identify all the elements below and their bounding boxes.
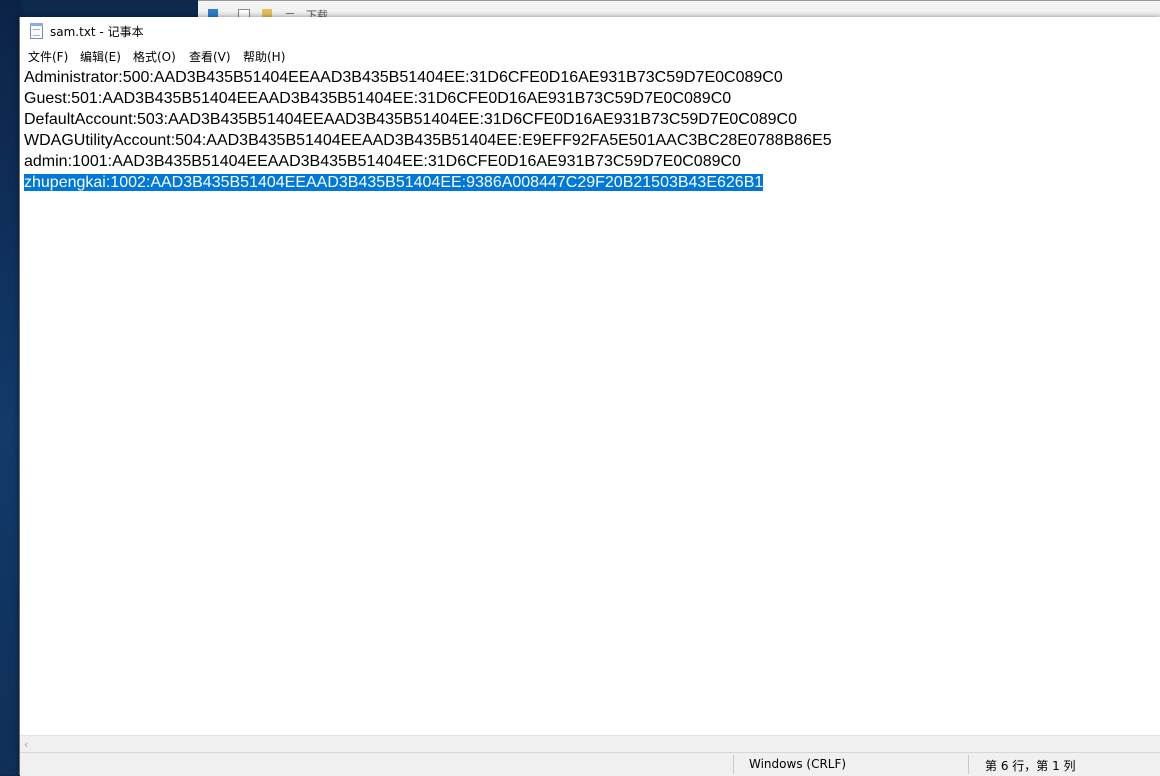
status-divider: [968, 755, 969, 774]
notepad-window[interactable]: sam.txt - 记事本 文件(F) 编辑(E) 格式(O) 查看(V) 帮助…: [19, 17, 1160, 776]
menu-file[interactable]: 文件(F): [28, 48, 68, 65]
menu-format[interactable]: 格式(O): [133, 48, 176, 65]
menu-view[interactable]: 查看(V): [189, 48, 231, 65]
text-line[interactable]: Administrator:500:AAD3B435B51404EEAAD3B4…: [24, 67, 783, 88]
text-editor[interactable]: Administrator:500:AAD3B435B51404EEAAD3B4…: [20, 66, 1160, 736]
line-text: WDAGUtilityAccount:504:AAD3B435B51404EEA…: [24, 132, 832, 149]
selected-text-line[interactable]: zhupengkai:1002:AAD3B435B51404EEAAD3B435…: [24, 172, 764, 193]
line-text: Administrator:500:AAD3B435B51404EEAAD3B4…: [24, 69, 783, 86]
text-line[interactable]: admin:1001:AAD3B435B51404EEAAD3B435B5140…: [24, 151, 741, 172]
text-line[interactable]: DefaultAccount:503:AAD3B435B51404EEAAD3B…: [24, 109, 797, 130]
menu-help[interactable]: 帮助(H): [243, 48, 285, 65]
status-bar: Windows (CRLF) 第 6 行，第 1 列: [20, 752, 1160, 776]
status-divider: [733, 755, 734, 774]
title-bar[interactable]: sam.txt - 记事本: [20, 17, 1160, 45]
menu-edit[interactable]: 编辑(E): [80, 48, 121, 65]
cursor-position: 第 6 行，第 1 列: [985, 759, 1076, 773]
horizontal-scrollbar[interactable]: ‹: [20, 735, 1160, 753]
text-line[interactable]: Guest:501:AAD3B435B51404EEAAD3B435B51404…: [24, 88, 731, 109]
dropdown-icon: [286, 13, 294, 14]
line-text: DefaultAccount:503:AAD3B435B51404EEAAD3B…: [24, 111, 797, 128]
encoding-status: Windows (CRLF): [749, 757, 847, 771]
line-text: admin:1001:AAD3B435B51404EEAAD3B435B5140…: [24, 153, 741, 170]
scroll-left-icon[interactable]: ‹: [24, 738, 28, 751]
line-text: Guest:501:AAD3B435B51404EEAAD3B435B51404…: [24, 90, 732, 107]
selected-line-text: zhupengkai:1002:AAD3B435B51404EEAAD3B435…: [24, 174, 764, 191]
window-title: sam.txt - 记事本: [50, 25, 144, 39]
menu-bar: 文件(F) 编辑(E) 格式(O) 查看(V) 帮助(H): [20, 45, 1160, 66]
text-line[interactable]: WDAGUtilityAccount:504:AAD3B435B51404EEA…: [24, 130, 832, 151]
notepad-icon: [30, 23, 43, 39]
